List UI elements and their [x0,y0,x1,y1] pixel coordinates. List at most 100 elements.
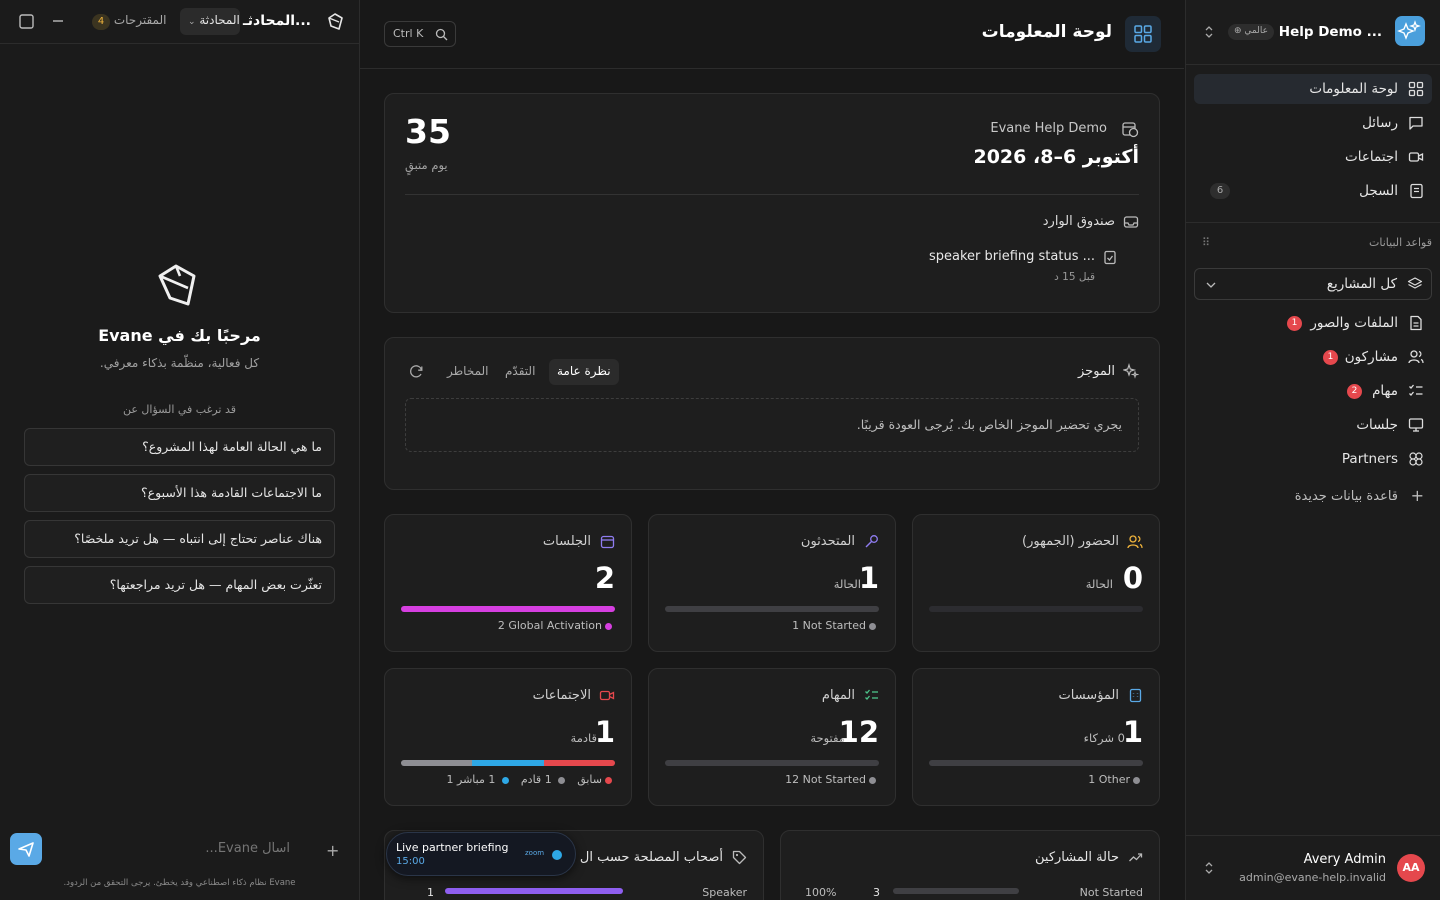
minimize-icon[interactable] [51,14,65,28]
tab-progress[interactable]: التقدّم [497,359,543,385]
sidebar-item-dashboard[interactable]: لوحة المعلومات [1194,74,1432,104]
welcome-subtitle: كل فعالية، منظّمة بذكاء معرفي. [99,356,260,370]
sidebar-item-label: السجل [1359,183,1398,199]
refresh-icon[interactable] [409,364,424,379]
calendar-clock-icon [1122,122,1139,138]
progress-bar [665,606,879,612]
avatar[interactable]: AA [1397,854,1425,882]
stakeholder-row-label: Speaker [702,886,747,899]
live-meeting-toast[interactable]: Live partner briefing 15:00 zoom [386,832,576,876]
suggestion-item[interactable]: ما هي الحالة العامة لهذا المشروع؟ [24,428,335,466]
inbox-item-time: قبل 15 د [1054,271,1095,283]
sidebar-toggle-icon[interactable] [19,14,34,29]
brief-message: يجري تحضير الموجز الخاص بك. يُرجى العودة… [405,398,1139,452]
participants-card: حالة المشاركين Not Started 3 100% [780,830,1160,900]
evane-welcome-logo-icon [158,264,196,306]
tab-risks[interactable]: المخاطر [439,359,497,385]
participant-row-value: 3 [873,886,880,899]
legend-count: 1 [1088,773,1096,786]
chevron-down-icon: ⌄ [188,17,196,27]
main-header: Ctrl K لوحة المعلومات [360,0,1184,69]
progress-bar [665,760,879,766]
user-name: Avery Admin [1303,852,1386,867]
stat-title: المتحدثون [800,534,855,549]
sidebar-item-history[interactable]: السجل 6 [1194,176,1432,206]
all-projects-select[interactable]: كل المشاريع [1194,268,1432,300]
stat-legend: 1 Other [1088,773,1143,786]
stat-card-speakers[interactable]: المتحدثون 1 الحالة 1 Not Started [648,514,896,652]
sidebar-item-files[interactable]: الملفات والصور 1 [1194,308,1432,338]
legend-dot [605,776,612,784]
main-content: Ctrl K لوحة المعلومات 35 يوم متبقٍ Evane… [360,0,1184,900]
new-database-button[interactable]: قاعدة بيانات جديدة [1295,489,1398,504]
stat-title: الحضور (الجمهور) [1022,534,1119,549]
plus-icon[interactable]: + [1411,486,1424,505]
stat-card-attendance[interactable]: الحضور (الجمهور) 0 الحالة [912,514,1160,652]
ai-disclaimer: Evane نظام ذكاء اصطناعي وقد يخطئ. يرجى ا… [63,878,296,888]
welcome-title: مرحبًا بك في Evane [98,326,261,345]
globe-icon: ⊕ [1234,26,1242,36]
progress-fill [401,606,615,612]
sidebar-item-sessions[interactable]: جلسات [1194,410,1432,440]
workspace-name[interactable]: Help Demo ... [1279,24,1382,40]
chevron-updown-icon[interactable] [1203,860,1215,876]
inbox-item[interactable]: speaker briefing status ... [929,249,1095,264]
stakeholders-title: أصحاب المصلحة حسب ال [579,850,723,865]
tab-suggestions[interactable]: 4 المقترحات [90,13,166,30]
days-remaining-label: يوم متبقٍ [405,158,448,172]
drag-handle-icon[interactable]: ⠿ [1202,236,1210,249]
suggestion-item[interactable]: ما الاجتماعات القادمة هذا الأسبوع؟ [24,474,335,512]
divider [405,194,1139,195]
stat-title: المؤسسات [1058,688,1120,703]
toast-time: 15:00 [396,856,425,867]
progress-bar [401,606,615,612]
notification-badge: 1 [1287,316,1302,331]
chat-title: المحادثـ... [243,13,311,29]
users-icon [1127,535,1143,549]
plus-icon[interactable]: + [326,841,339,860]
workspace-scope-label: عالمي [1244,26,1268,36]
stat-value: 1 [1122,715,1143,749]
sidebar-item-label: مهام [1372,383,1398,399]
sidebar-item-meetings[interactable]: اجتماعات [1194,142,1432,172]
inbox-label: صندوق الوارد [1042,214,1115,229]
chevron-updown-icon[interactable] [1203,24,1215,40]
stat-card-tasks[interactable]: المهام 12 مفتوحة 12 Not Started [648,668,896,806]
legend-label: Other [1098,773,1130,786]
brief-title: الموجز [1077,364,1115,379]
tab-overview[interactable]: نظرة عامة [549,359,619,385]
notification-badge: 1 [1323,350,1338,365]
tab-conversation[interactable]: ⌄ المحادثة [180,8,240,35]
stat-card-organizations[interactable]: المؤسسات 1 0 شركاء 1 Other [912,668,1160,806]
sidebar-item-tasks[interactable]: مهام 2 [1194,376,1432,406]
presentation-icon [1408,418,1424,432]
segment-live [543,760,615,766]
divider [1186,64,1440,65]
segment-upcoming [472,760,544,766]
stat-value: 1 [594,715,615,749]
shortcut-label: Ctrl K [393,27,424,40]
sidebar-item-participants[interactable]: مشاركون 1 [1194,342,1432,372]
send-icon [18,842,34,857]
command-palette-button[interactable]: Ctrl K [384,21,456,47]
legend-label: سابق [577,773,602,786]
stat-card-meetings[interactable]: الاجتماعات 1 قادمة 1 سابق 1 قادم 1 مباشر [384,668,632,806]
tag-icon [732,850,747,865]
sidebar-item-label: اجتماعات [1345,149,1398,165]
chat-panel: 4 المقترحات ⌄ المحادثة المحادثـ... مرحبً… [0,0,360,900]
calendar-icon [600,535,615,549]
checklist-icon [1409,384,1423,396]
sidebar-item-partners[interactable]: Partners [1194,444,1432,474]
stat-subtitle: 0 شركاء [1083,731,1125,745]
stat-card-sessions[interactable]: الجلسات 2 2 Global Activation [384,514,632,652]
send-button[interactable] [10,833,42,865]
suggestion-item[interactable]: تعثّرت بعض المهام — هل تريد مراجعتها؟ [24,566,335,604]
stat-title: الجلسات [542,534,591,549]
stat-legend: 1 Not Started [792,619,879,632]
page-title: لوحة المعلومات [981,22,1112,42]
brief-card: الموجز نظرة عامة التقدّم المخاطر يجري تح… [384,337,1160,490]
sidebar: Help Demo ... ⊕ عالمي لوحة المعلومات رسا… [1185,0,1440,900]
sidebar-item-messages[interactable]: رسائل [1194,108,1432,138]
suggestion-item[interactable]: هناك عناصر تحتاج إلى انتباه — هل تريد مل… [24,520,335,558]
chat-input[interactable] [50,838,290,858]
